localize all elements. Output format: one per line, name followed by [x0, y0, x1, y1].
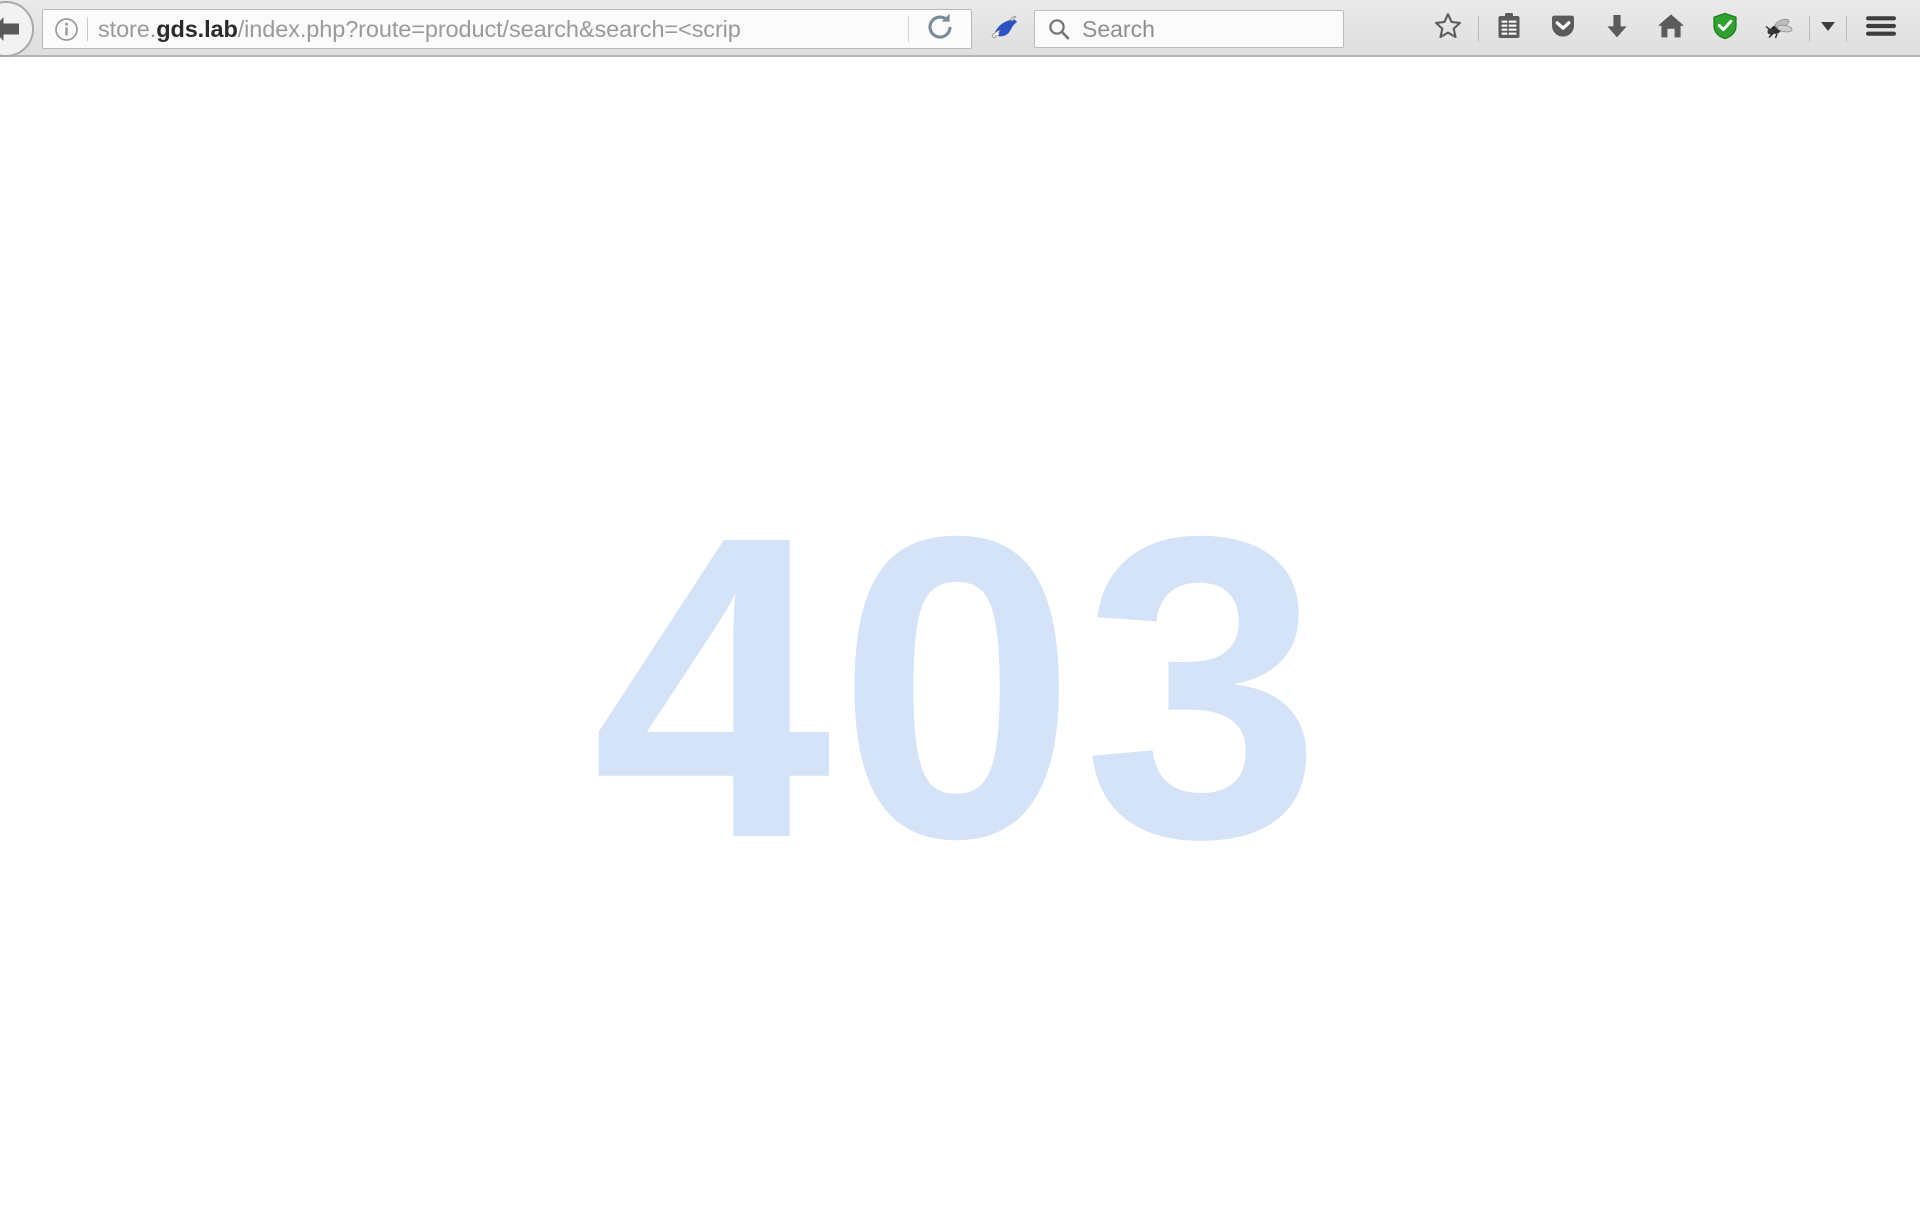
app-menu-button[interactable] [1850, 7, 1912, 51]
home-icon [1656, 11, 1686, 46]
chevron-down-icon [1818, 16, 1838, 41]
url-path: /index.php?route=product/search&search=<… [237, 16, 741, 42]
search-box[interactable] [1034, 10, 1344, 48]
toolbar-separator [1478, 15, 1479, 42]
menu-separator [1846, 15, 1847, 42]
browser-toolbar: store.gds.lab/index.php?route=product/se… [0, 0, 1920, 57]
toolbar-button-group [1421, 0, 1920, 57]
blue-bird-extension-icon [988, 12, 1022, 47]
pocket-button[interactable] [1536, 7, 1590, 51]
hackbar-button[interactable] [1752, 7, 1806, 51]
back-button[interactable] [0, 1, 34, 57]
reload-button[interactable] [909, 10, 971, 48]
url-prefix: store. [98, 16, 157, 42]
hamburger-menu-icon [1864, 12, 1898, 45]
pocket-shield-icon [1548, 11, 1578, 46]
library-button[interactable] [1482, 7, 1536, 51]
search-input[interactable] [1080, 14, 1324, 44]
back-arrow-icon [0, 14, 23, 44]
extension-separator [1809, 15, 1810, 42]
address-bar[interactable]: store.gds.lab/index.php?route=product/se… [42, 9, 972, 49]
address-bar-url[interactable]: store.gds.lab/index.php?route=product/se… [98, 10, 908, 48]
page-viewport: 403 [0, 57, 1920, 1229]
address-bar-separator [87, 17, 88, 41]
info-circle-icon[interactable] [53, 16, 79, 42]
bookmark-star-button[interactable] [1421, 7, 1475, 51]
blue-bird-extension-button[interactable] [986, 10, 1024, 48]
home-button[interactable] [1644, 7, 1698, 51]
url-host: gds.lab [156, 16, 238, 42]
fly-bug-icon [1763, 12, 1795, 45]
green-shield-check-icon [1711, 11, 1739, 46]
download-arrow-icon [1604, 11, 1630, 46]
search-icon [1047, 17, 1071, 41]
extension-dropdown-button[interactable] [1813, 7, 1843, 51]
noscript-button[interactable] [1698, 7, 1752, 51]
reload-icon [925, 12, 955, 47]
downloads-button[interactable] [1590, 7, 1644, 51]
http-error-code: 403 [592, 448, 1328, 928]
clipboard-list-icon [1495, 11, 1523, 46]
star-icon [1433, 11, 1463, 46]
